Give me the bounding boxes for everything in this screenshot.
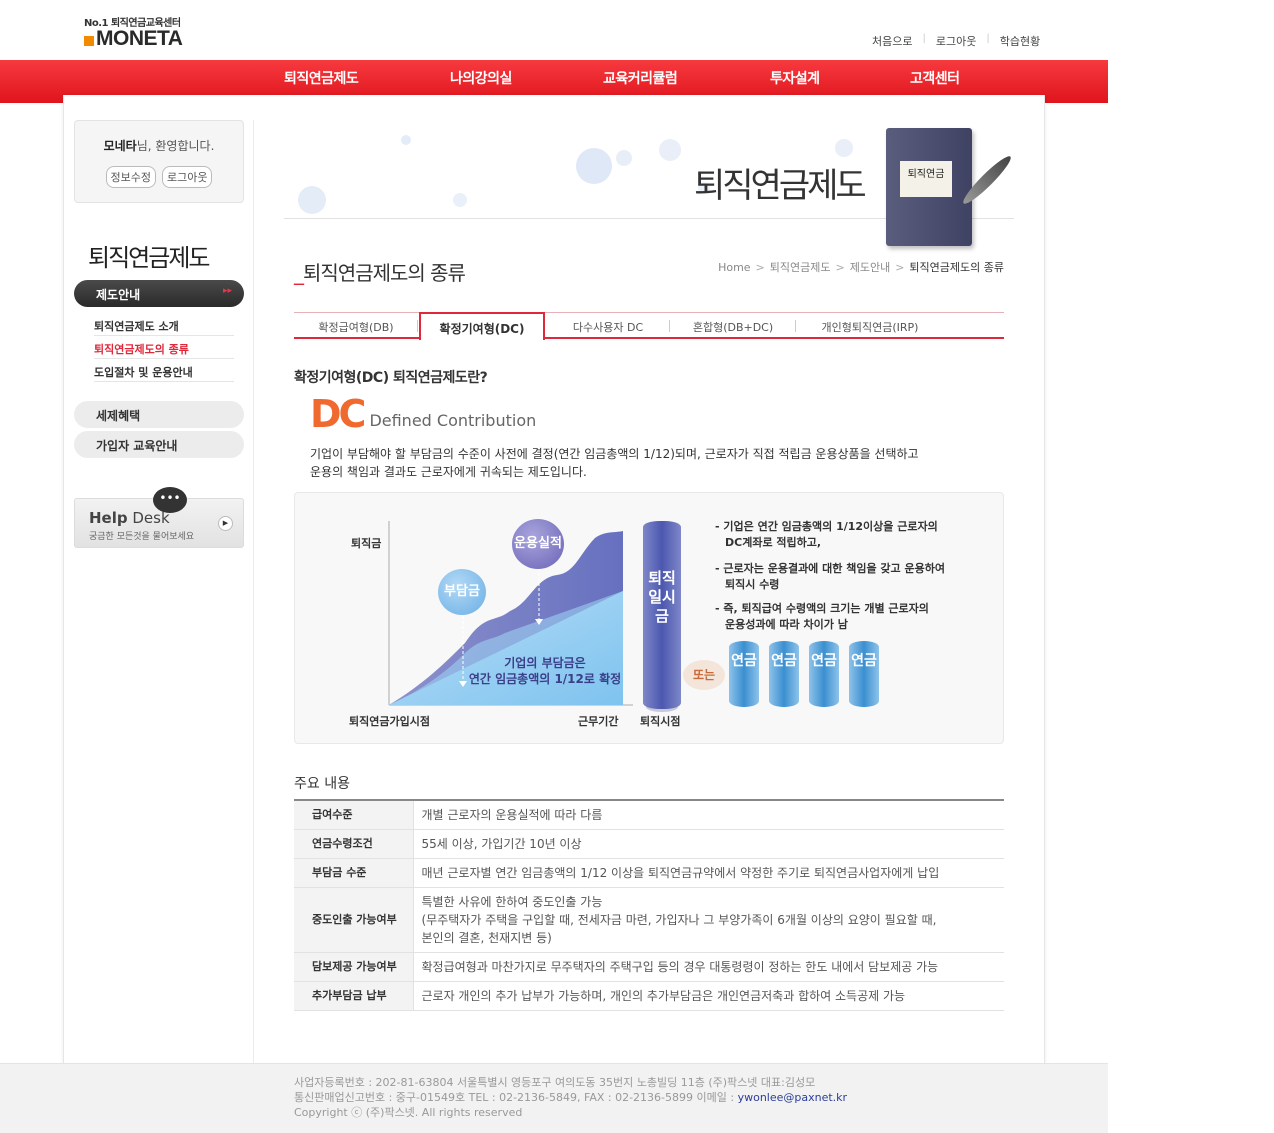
section-heading: 확정기여형(DC) 퇴직연금제도란? bbox=[294, 370, 488, 386]
header: No.1 퇴직연금교육센터 MONETA 처음으로 | 로그아웃 | 학습현황 bbox=[0, 0, 1108, 60]
row-key: 담보제공 가능여부 bbox=[294, 952, 414, 982]
dc-logo: DC Defined Contribution bbox=[310, 392, 537, 436]
tab-irp[interactable]: 개인형퇴직연금(IRP) bbox=[796, 313, 944, 339]
gnb-item-classroom[interactable]: 나의강의실 bbox=[450, 68, 512, 88]
x-axis-start-label: 퇴직연금가입시점 bbox=[349, 715, 430, 728]
help-desk-subtitle: 궁금한 모든것을 물어보세요 bbox=[89, 532, 195, 542]
breadcrumb-pension[interactable]: 퇴직연금제도 bbox=[770, 261, 831, 274]
row-key: 중도인출 가능여부 bbox=[294, 887, 414, 953]
sidebar-item-education[interactable]: 가입자 교육안내 bbox=[74, 431, 244, 458]
pension-cylinder-1: 연금 bbox=[729, 641, 759, 707]
plan-type-tabs: 확정급여형(DB) 확정기여형(DC) 다수사용자 DC 혼합형(DB+DC) … bbox=[294, 312, 1004, 340]
submenu-intro[interactable]: 퇴직연금제도 소개 bbox=[94, 313, 234, 336]
help-desk-banner[interactable]: ••• Help Desk 궁금한 모든것을 물어보세요 ▶ bbox=[74, 487, 244, 548]
logo-mark bbox=[84, 36, 94, 46]
x-axis-end-label: 퇴직시점 bbox=[640, 715, 681, 728]
performance-bubble: 운용실적 bbox=[512, 519, 564, 569]
pension-cylinder-3: 연금 bbox=[809, 641, 839, 707]
breadcrumb: Home > 퇴직연금제도 > 제도안내 > 퇴직연금제도의 종류 bbox=[718, 261, 1004, 274]
row-key: 추가부담금 납부 bbox=[294, 981, 414, 1011]
greeting: 님, 환영합니다. bbox=[136, 139, 215, 153]
section-description: 기업이 부담해야 할 부담금의 수준이 사전에 결정(연간 임금총액의 1/12… bbox=[310, 447, 919, 479]
row-key: 급여수준 bbox=[294, 800, 414, 830]
sidebar-item-tax[interactable]: 세제혜택 bbox=[74, 401, 244, 428]
key-info-table: 급여수준 개별 근로자의 운용실적에 따라 다름 연금수령조건 55세 이상, … bbox=[294, 799, 1004, 1011]
table-row: 급여수준 개별 근로자의 운용실적에 따라 다름 bbox=[294, 800, 1004, 830]
footer-email-link[interactable]: ywonlee@paxnet.kr bbox=[738, 1091, 847, 1104]
dc-full-name: Defined Contribution bbox=[369, 411, 537, 430]
submenu-procedure[interactable]: 도입절차 및 운용안내 bbox=[94, 359, 234, 382]
table-row: 중도인출 가능여부 특별한 사유에 한하여 중도인출 가능 (무주택자가 주택을… bbox=[294, 887, 1004, 953]
welcome-text: 모네타님, 환영합니다. bbox=[75, 137, 243, 154]
sidebar-logout-button[interactable]: 로그아웃 bbox=[162, 166, 213, 188]
utility-nav: 처음으로 | 로그아웃 | 학습현황 bbox=[872, 33, 1041, 49]
pension-cylinder-2: 연금 bbox=[769, 641, 799, 707]
row-value: 55세 이상, 가입기간 10년 이상 bbox=[413, 829, 1004, 859]
tab-db[interactable]: 확정급여형(DB) bbox=[294, 313, 418, 339]
area-caption: 기업의 부담금은 연간 임금총액의 1/12로 확정 bbox=[468, 656, 622, 686]
page-title: _퇴직연금제도의 종류 bbox=[294, 261, 466, 285]
edit-info-button[interactable]: 정보수정 bbox=[105, 166, 156, 188]
table-row: 담보제공 가능여부 확정급여형과 마찬가지로 무주택자의 주택구입 등의 경우 … bbox=[294, 952, 1004, 982]
gnb-item-investment[interactable]: 투자설계 bbox=[770, 68, 820, 88]
tab-multi-dc[interactable]: 다수사용자 DC bbox=[546, 313, 670, 339]
home-link[interactable]: 처음으로 bbox=[872, 33, 912, 49]
book-icon: 퇴직연금 bbox=[886, 128, 972, 246]
table-row: 연금수령조건 55세 이상, 가입기간 10년 이상 bbox=[294, 829, 1004, 859]
column-divider bbox=[253, 120, 254, 1065]
double-chevron-icon: ▸▸ bbox=[222, 286, 232, 296]
tab-hybrid[interactable]: 혼합형(DB+DC) bbox=[670, 313, 796, 339]
footer-copyright: Copyright ⓒ (주)팍스넷. All rights reserved bbox=[294, 1106, 523, 1119]
logo-wordmark: MONETA bbox=[96, 27, 183, 50]
table-row: 추가부담금 납부 근로자 개인의 추가 납부가 가능하며, 개인의 추가부담금은… bbox=[294, 981, 1004, 1011]
sidebar: 모네타님, 환영합니다. 정보수정 로그아웃 퇴직연금제도 제도안내 ▸▸ 퇴직… bbox=[74, 120, 244, 548]
banner-title: 퇴직연금제도 bbox=[694, 166, 867, 206]
footer-contact: 통신판매업신고번호 : 중구-01549호 TEL : 02-2136-5849… bbox=[294, 1091, 848, 1104]
tab-dc[interactable]: 확정기여형(DC) bbox=[419, 312, 545, 340]
pension-cylinder-4: 연금 bbox=[849, 641, 879, 707]
y-axis-label: 퇴직금 bbox=[351, 537, 382, 550]
book-label: 퇴직연금 bbox=[900, 161, 952, 197]
or-badge: 또는 bbox=[683, 660, 725, 690]
submenu-types[interactable]: 퇴직연금제도의 종류 bbox=[94, 336, 234, 359]
diagram-note-2: - 근로자는 운용결과에 대한 책임을 갖고 운용하여 퇴직시 수령 bbox=[715, 562, 945, 591]
footer: 사업자등록번호 : 202-81-63804 서울특별시 영등포구 여의도동 3… bbox=[0, 1063, 1108, 1133]
logo[interactable]: No.1 퇴직연금교육센터 MONETA bbox=[84, 14, 183, 50]
arrow-right-icon[interactable]: ▶ bbox=[218, 516, 233, 531]
diagram-note-3: - 즉, 퇴직급여 수령액의 크기는 개별 근로자의 운용성과에 따라 차이가 남 bbox=[715, 602, 929, 631]
breadcrumb-guide[interactable]: 제도안내 bbox=[850, 261, 890, 274]
gnb-item-pension[interactable]: 퇴직연금제도 bbox=[284, 68, 359, 88]
contribution-bubble: 부담금 bbox=[438, 569, 486, 615]
table-heading: 주요 내용 bbox=[294, 776, 350, 792]
row-value: 매년 근로자별 연간 임금총액의 1/12 이상을 퇴직연금규약에서 약정한 주… bbox=[413, 858, 1004, 888]
lump-sum-pillar: 퇴직일시금 bbox=[643, 521, 681, 709]
dc-abbr: DC bbox=[310, 392, 366, 436]
sidebar-title: 퇴직연금제도 bbox=[88, 244, 210, 272]
breadcrumb-home[interactable]: Home bbox=[718, 261, 750, 274]
footer-info: 사업자등록번호 : 202-81-63804 서울특별시 영등포구 여의도동 3… bbox=[294, 1075, 847, 1120]
login-box: 모네타님, 환영합니다. 정보수정 로그아웃 bbox=[74, 120, 244, 203]
row-key: 부담금 수준 bbox=[294, 858, 414, 888]
logout-link[interactable]: 로그아웃 bbox=[936, 33, 976, 49]
row-value: 개별 근로자의 운용실적에 따라 다름 bbox=[413, 800, 1004, 830]
user-name: 모네타 bbox=[103, 139, 137, 153]
dc-diagram: 퇴직금 퇴직연금가입시점 근무기간 퇴직시점 부담금 운용실적 기업의 부담금은… bbox=[294, 492, 1004, 744]
sidebar-item-guide[interactable]: 제도안내 ▸▸ bbox=[74, 280, 244, 307]
row-value: 근로자 개인의 추가 납부가 가능하며, 개인의 추가부담금은 개인연금저축과 … bbox=[413, 981, 1004, 1011]
row-value: 확정급여형과 마찬가지로 무주택자의 주택구입 등의 경우 대통령령이 정하는 … bbox=[413, 952, 1004, 982]
diagram-note-1: - 기업은 연간 임금총액의 1/12이상을 근로자의 DC계좌로 적립하고, bbox=[715, 520, 938, 549]
gnb-item-curriculum[interactable]: 교육커리큘럼 bbox=[603, 68, 678, 88]
page-banner: 퇴직연금제도 퇴직연금 bbox=[284, 118, 1015, 248]
footer-business-info: 사업자등록번호 : 202-81-63804 서울특별시 영등포구 여의도동 3… bbox=[294, 1076, 816, 1089]
x-axis-mid-label: 근무기간 bbox=[578, 715, 619, 728]
sidebar-item-label: 제도안내 bbox=[96, 288, 141, 302]
row-value: 특별한 사유에 한하여 중도인출 가능 (무주택자가 주택을 구입할 때, 전세… bbox=[413, 887, 1004, 953]
learning-status-link[interactable]: 학습현황 bbox=[1000, 33, 1040, 49]
breadcrumb-current: 퇴직연금제도의 종류 bbox=[909, 261, 1004, 274]
gnb-item-support[interactable]: 고객센터 bbox=[910, 68, 960, 88]
help-desk-title: Help Desk bbox=[89, 509, 170, 527]
row-key: 연금수령조건 bbox=[294, 829, 414, 859]
table-row: 부담금 수준 매년 근로자별 연간 임금총액의 1/12 이상을 퇴직연금규약에… bbox=[294, 858, 1004, 888]
